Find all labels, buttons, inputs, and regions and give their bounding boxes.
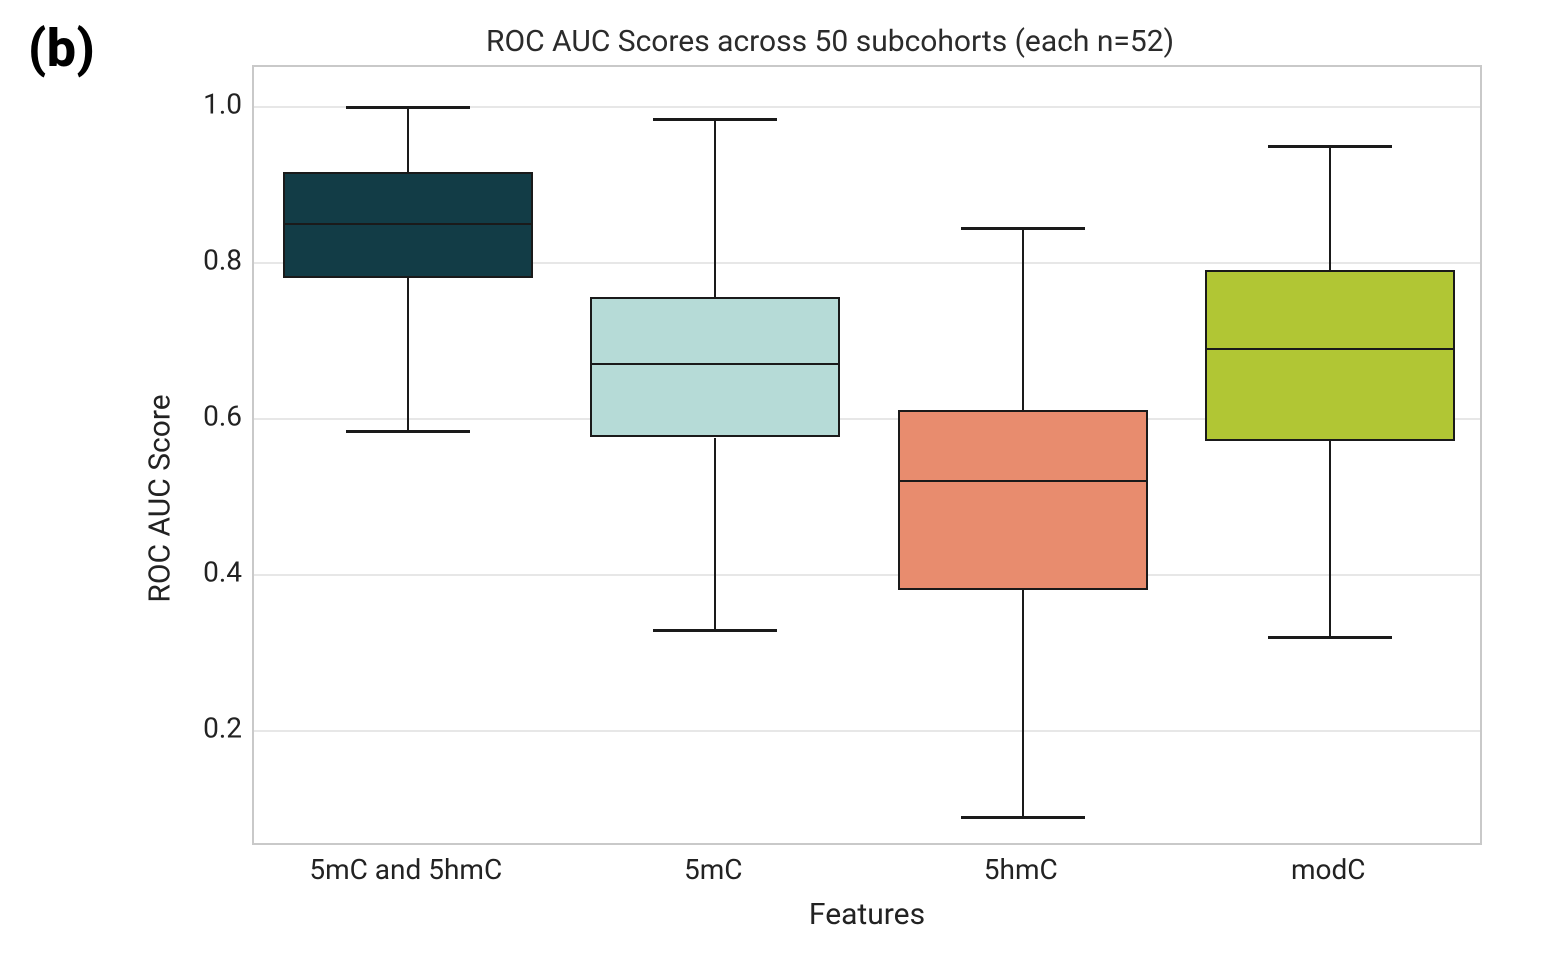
y-tick-label: 0.2 bbox=[203, 712, 242, 745]
x-tick-label: 5mC and 5hmC bbox=[309, 853, 502, 886]
boxplot-5mc bbox=[590, 67, 840, 847]
chart-title: ROC AUC Scores across 50 subcohorts (eac… bbox=[130, 24, 1530, 59]
x-tick-label: modC bbox=[1291, 853, 1366, 886]
y-tick-label: 0.4 bbox=[203, 556, 242, 589]
panel-label: (b) bbox=[28, 18, 95, 79]
boxplot-chart: ROC AUC Scores across 50 subcohorts (eac… bbox=[130, 24, 1530, 944]
boxplot-5mc-and-5hmc bbox=[283, 67, 533, 847]
boxplot-5hmc bbox=[898, 67, 1148, 847]
x-axis-label: Features bbox=[252, 897, 1482, 932]
plot-area bbox=[252, 65, 1482, 845]
x-tick-label: 5mC bbox=[684, 853, 743, 886]
y-tick-label: 1.0 bbox=[203, 88, 242, 121]
y-axis-label: ROC AUC Score bbox=[143, 394, 178, 602]
boxplot-modc bbox=[1205, 67, 1455, 847]
y-tick-label: 0.8 bbox=[203, 244, 242, 277]
y-tick-label: 0.6 bbox=[203, 400, 242, 433]
y-axis-ticks: 0.2 0.4 0.6 0.8 1.0 bbox=[190, 65, 252, 845]
x-tick-label: 5hmC bbox=[984, 853, 1058, 886]
x-axis-ticks: 5mC and 5hmC 5mC 5hmC modC bbox=[252, 845, 1482, 891]
